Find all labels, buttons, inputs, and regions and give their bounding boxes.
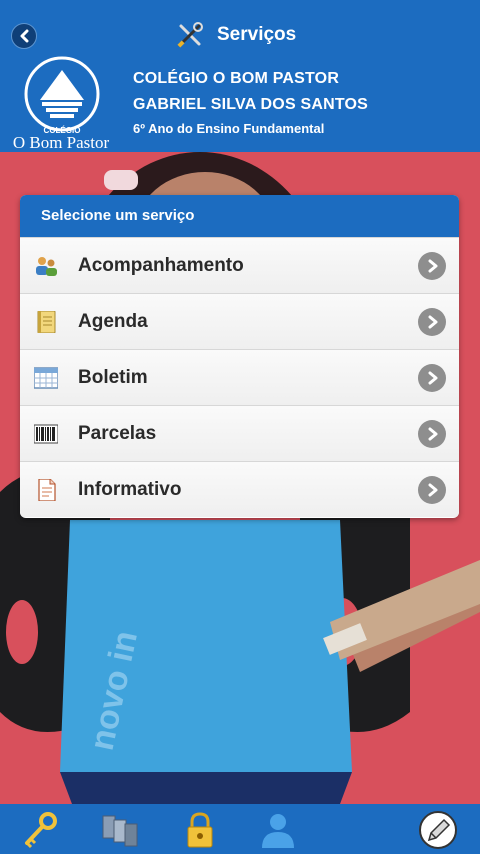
footer-toolbar	[0, 804, 480, 854]
user-icon	[262, 814, 294, 848]
key-icon	[25, 812, 57, 849]
service-item-agenda[interactable]: Agenda	[20, 293, 459, 349]
school-name: COLÉGIO O BOM PASTOR	[133, 70, 340, 87]
service-item-acompanhamento[interactable]: Acompanhamento	[20, 237, 459, 293]
people-icon	[36, 257, 57, 276]
chevron-right-icon	[418, 308, 446, 336]
service-label: Agenda	[78, 311, 148, 332]
services-panel-title: Selecione um serviço	[20, 195, 459, 237]
student-grade: 6º Ano do Ensino Fundamental	[133, 121, 325, 136]
chevron-right-icon	[418, 252, 446, 280]
service-label: Boletim	[78, 367, 148, 388]
chevron-right-icon	[418, 476, 446, 504]
service-item-informativo[interactable]: Informativo	[20, 461, 459, 517]
database-button[interactable]	[100, 810, 140, 850]
service-item-parcelas[interactable]: Parcelas	[20, 405, 459, 461]
page-title: Serviços	[217, 24, 297, 45]
database-icon	[102, 815, 138, 847]
service-label: Parcelas	[78, 423, 157, 444]
logo-text: O Bom Pastor	[13, 133, 110, 152]
services-panel: Selecione um serviço Acompanhamento Agen…	[20, 195, 459, 518]
school-info: COLÉGIO O BOM PASTOR GABRIEL SILVA DOS S…	[133, 66, 368, 140]
chevron-right-icon	[418, 420, 446, 448]
service-label: Acompanhamento	[78, 255, 244, 276]
notebook-icon	[37, 311, 56, 333]
edit-button[interactable]	[418, 810, 458, 850]
service-item-boletim[interactable]: Boletim	[20, 349, 459, 405]
key-button[interactable]	[20, 810, 60, 850]
header: Serviços COLÉGIO O Bom Pastor COLÉGIO O …	[0, 0, 480, 152]
school-logo: COLÉGIO O Bom Pastor	[2, 56, 120, 152]
title-wrap: Serviços	[176, 20, 296, 50]
barcode-icon	[34, 424, 58, 444]
tools-icon	[177, 22, 203, 48]
lock-button[interactable]	[180, 810, 220, 850]
service-label: Informativo	[78, 479, 182, 500]
user-button[interactable]	[258, 810, 298, 850]
student-name: GABRIEL SILVA DOS SANTOS	[133, 96, 369, 113]
document-icon	[38, 479, 56, 501]
pencil-icon	[419, 811, 457, 849]
lock-icon	[187, 812, 213, 848]
back-button[interactable]	[11, 23, 37, 49]
chevron-left-icon	[20, 29, 29, 43]
calendar-grid-icon	[34, 367, 58, 389]
chevron-right-icon	[418, 364, 446, 392]
